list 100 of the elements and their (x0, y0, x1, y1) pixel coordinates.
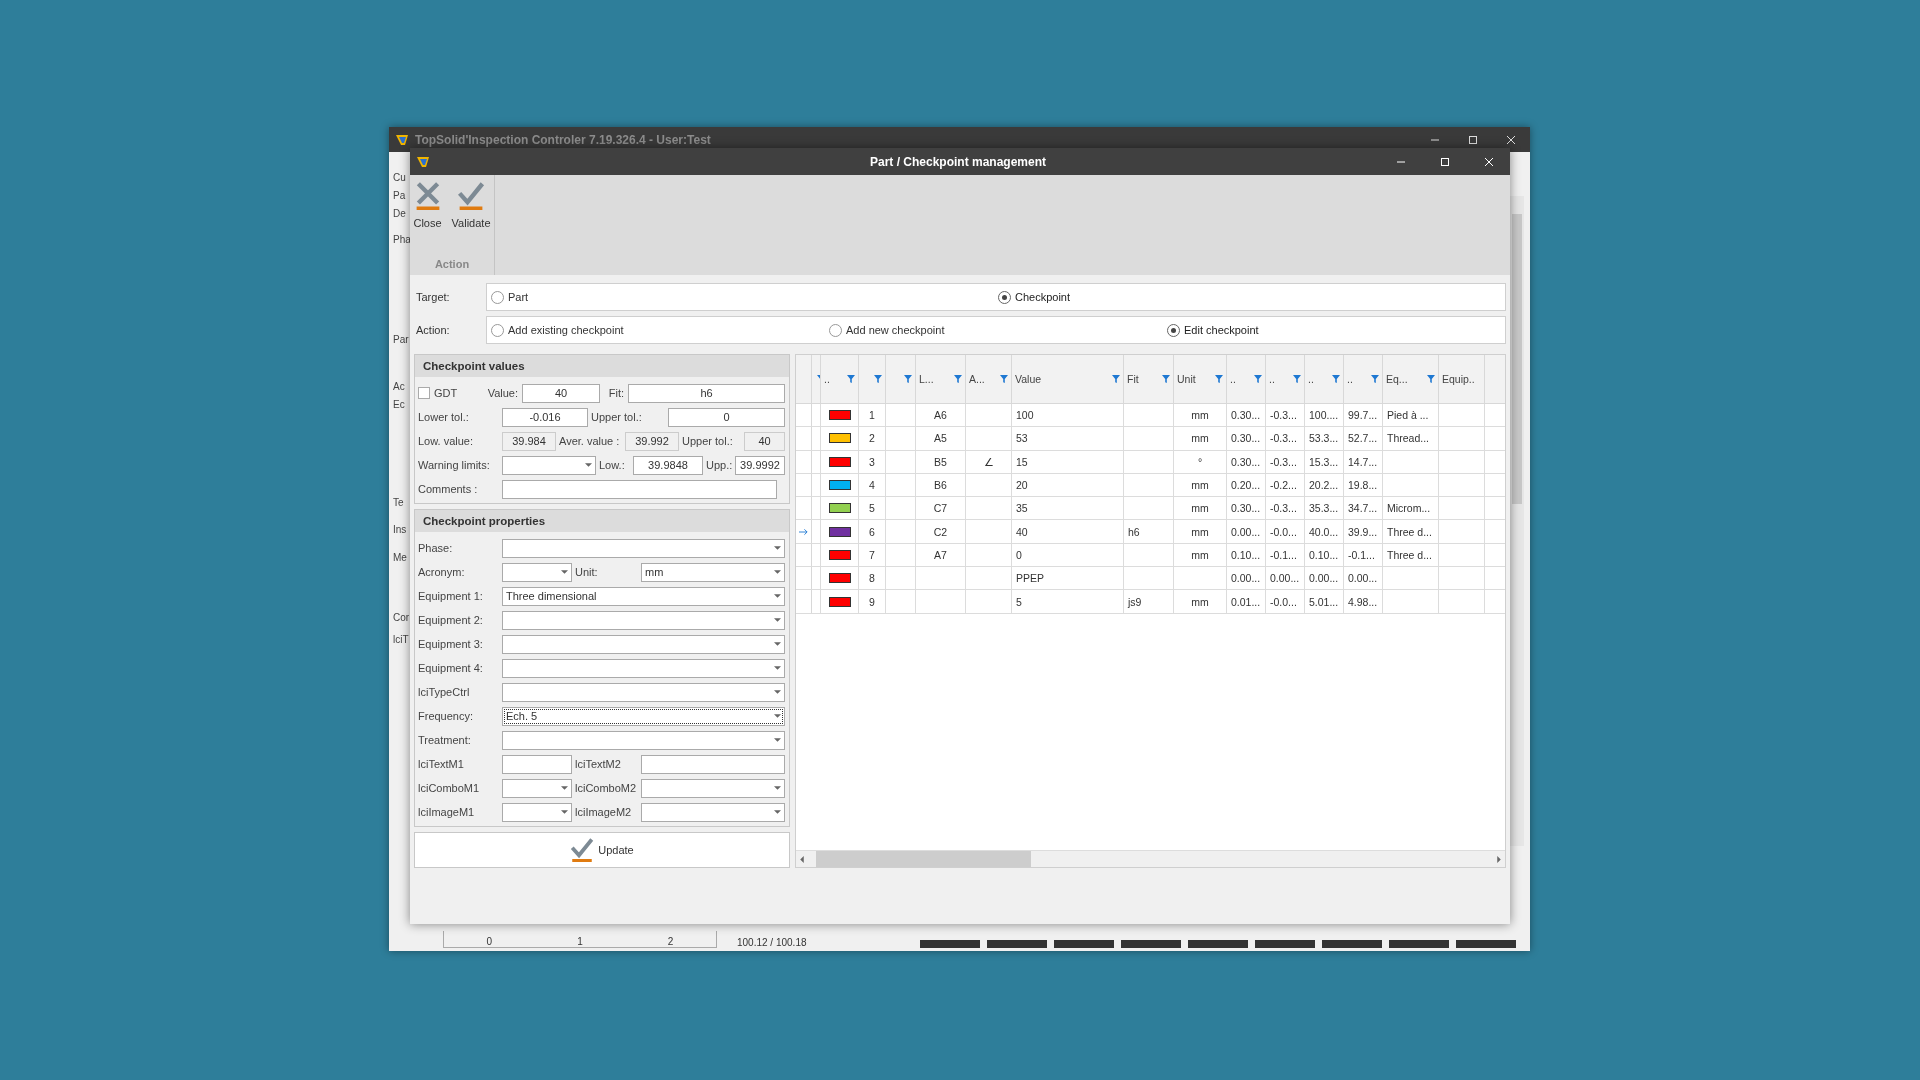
fit-field[interactable]: h6 (628, 383, 785, 403)
table-cell: 19.8... (1348, 479, 1378, 492)
filter-icon[interactable] (1371, 375, 1379, 383)
column-header[interactable]: A... (966, 355, 1012, 403)
dropdown[interactable] (502, 562, 572, 582)
dropdown[interactable] (502, 682, 785, 702)
form-label: lciImageM2 (574, 806, 633, 818)
filter-icon[interactable] (874, 375, 882, 383)
caret-icon (774, 738, 781, 742)
column-header[interactable]: L... (916, 355, 966, 403)
form-label: lciComboM2 (574, 782, 638, 794)
filter-icon[interactable] (1254, 375, 1262, 383)
value-field[interactable]: 40 (522, 383, 600, 403)
form-label: Upper tol.: (681, 435, 734, 447)
column-header[interactable]: .. (1266, 355, 1305, 403)
checkbox[interactable] (418, 387, 430, 399)
dropdown[interactable] (502, 634, 785, 654)
table-cell: 0.00... (1270, 572, 1300, 585)
form-label: Low. value: (418, 435, 475, 447)
filter-icon[interactable] (1112, 375, 1120, 383)
low-value-field: 39.984 (502, 431, 556, 451)
caret-icon (774, 570, 781, 574)
column-header[interactable]: Unit (1174, 355, 1227, 403)
caret-icon (774, 546, 781, 550)
dropdown[interactable] (502, 538, 785, 558)
caret-icon (561, 810, 568, 814)
column-header[interactable]: Eq... (1383, 355, 1439, 403)
form-label: Equipment 2: (418, 614, 484, 626)
table-cell: 4 (869, 479, 875, 492)
upper-limit-field[interactable]: 39.9992 (735, 455, 785, 475)
dropdown[interactable] (641, 778, 785, 798)
filter-icon[interactable] (1162, 375, 1170, 383)
column-header[interactable]: Equip.. (1439, 355, 1485, 403)
filter-icon[interactable] (1427, 375, 1435, 383)
dropdown[interactable] (502, 802, 572, 822)
lower-tolerance-field[interactable]: -0.016 (502, 407, 588, 427)
column-header[interactable]: .. (1305, 355, 1344, 403)
filter-icon[interactable] (904, 375, 912, 383)
form-label: Te (393, 497, 404, 509)
radio-button[interactable]: Edit checkpoint (1167, 323, 1259, 337)
caret-icon (774, 810, 781, 814)
table-cell: A7 (934, 548, 947, 561)
horizontal-scrollbar[interactable] (796, 850, 1505, 867)
dropdown[interactable]: Three dimensional (502, 586, 785, 606)
validate-button[interactable]: Validate (448, 179, 494, 231)
ruler-label: 1 (577, 936, 583, 947)
low-limit-field[interactable]: 39.9848 (633, 455, 703, 475)
row-header[interactable] (796, 520, 812, 543)
text-field[interactable] (641, 754, 785, 774)
form-label: lciTextM1 (418, 758, 465, 770)
dropdown[interactable] (502, 778, 572, 798)
dropdown[interactable] (502, 658, 785, 678)
radio-button[interactable]: Part (491, 290, 529, 304)
text-field[interactable] (502, 754, 572, 774)
comments-field[interactable] (502, 479, 777, 499)
table-cell: 0.00... (1309, 572, 1339, 585)
maximize-icon[interactable] (1468, 134, 1478, 145)
close-button[interactable]: Close (410, 179, 445, 231)
close-icon[interactable] (1506, 134, 1516, 145)
table-cell: C7 (933, 502, 948, 515)
column-header[interactable]: Fit (1124, 355, 1174, 403)
filter-icon[interactable] (1293, 375, 1301, 383)
caret-icon (585, 463, 592, 467)
filter-icon[interactable] (1332, 375, 1340, 383)
dropdown[interactable] (502, 610, 785, 630)
form-label: Ec (393, 399, 405, 411)
warning-limits-dropdown[interactable] (502, 455, 596, 475)
table-cell: 15.3... (1309, 455, 1339, 468)
column-header[interactable]: .. (1227, 355, 1266, 403)
update-button[interactable]: Update (414, 832, 790, 868)
table-cell: B6 (934, 479, 947, 492)
filter-icon[interactable] (847, 375, 855, 383)
table-cell: 3 (869, 455, 875, 468)
form-label: Phase: (418, 542, 454, 554)
upper-tolerance-field[interactable]: 0 (668, 407, 785, 427)
dropdown[interactable]: Ech. 5 (502, 706, 785, 726)
group-title: Checkpoint values (415, 355, 789, 377)
filter-icon[interactable] (1215, 375, 1223, 383)
radio-button[interactable]: Add new checkpoint (829, 323, 945, 337)
dropdown[interactable] (641, 802, 785, 822)
table-cell: Thread... (1387, 432, 1430, 445)
left-arrow-icon[interactable] (800, 855, 804, 863)
form-label: Ins (393, 524, 407, 536)
filter-icon[interactable] (954, 375, 962, 383)
average-value-field: 39.992 (625, 431, 679, 451)
filter-icon[interactable] (1000, 375, 1008, 383)
column-header[interactable]: Value (1012, 355, 1124, 403)
ruler-label: 0 (486, 936, 493, 947)
column-header[interactable]: .. (821, 355, 859, 403)
radio-button[interactable]: Checkpoint (998, 290, 1071, 304)
right-arrow-icon[interactable] (1497, 855, 1501, 863)
form-label: Equipment 4: (418, 662, 484, 674)
radio-button[interactable]: Add existing checkpoint (491, 323, 624, 337)
scrollbar[interactable] (1510, 196, 1524, 846)
column-header[interactable]: .. (1344, 355, 1383, 403)
table-cell: 14.7... (1348, 455, 1378, 468)
dropdown[interactable] (502, 730, 785, 750)
table-cell: 0.30... (1231, 455, 1261, 468)
dropdown[interactable]: mm (641, 562, 785, 582)
form-label: Pha (393, 234, 411, 246)
